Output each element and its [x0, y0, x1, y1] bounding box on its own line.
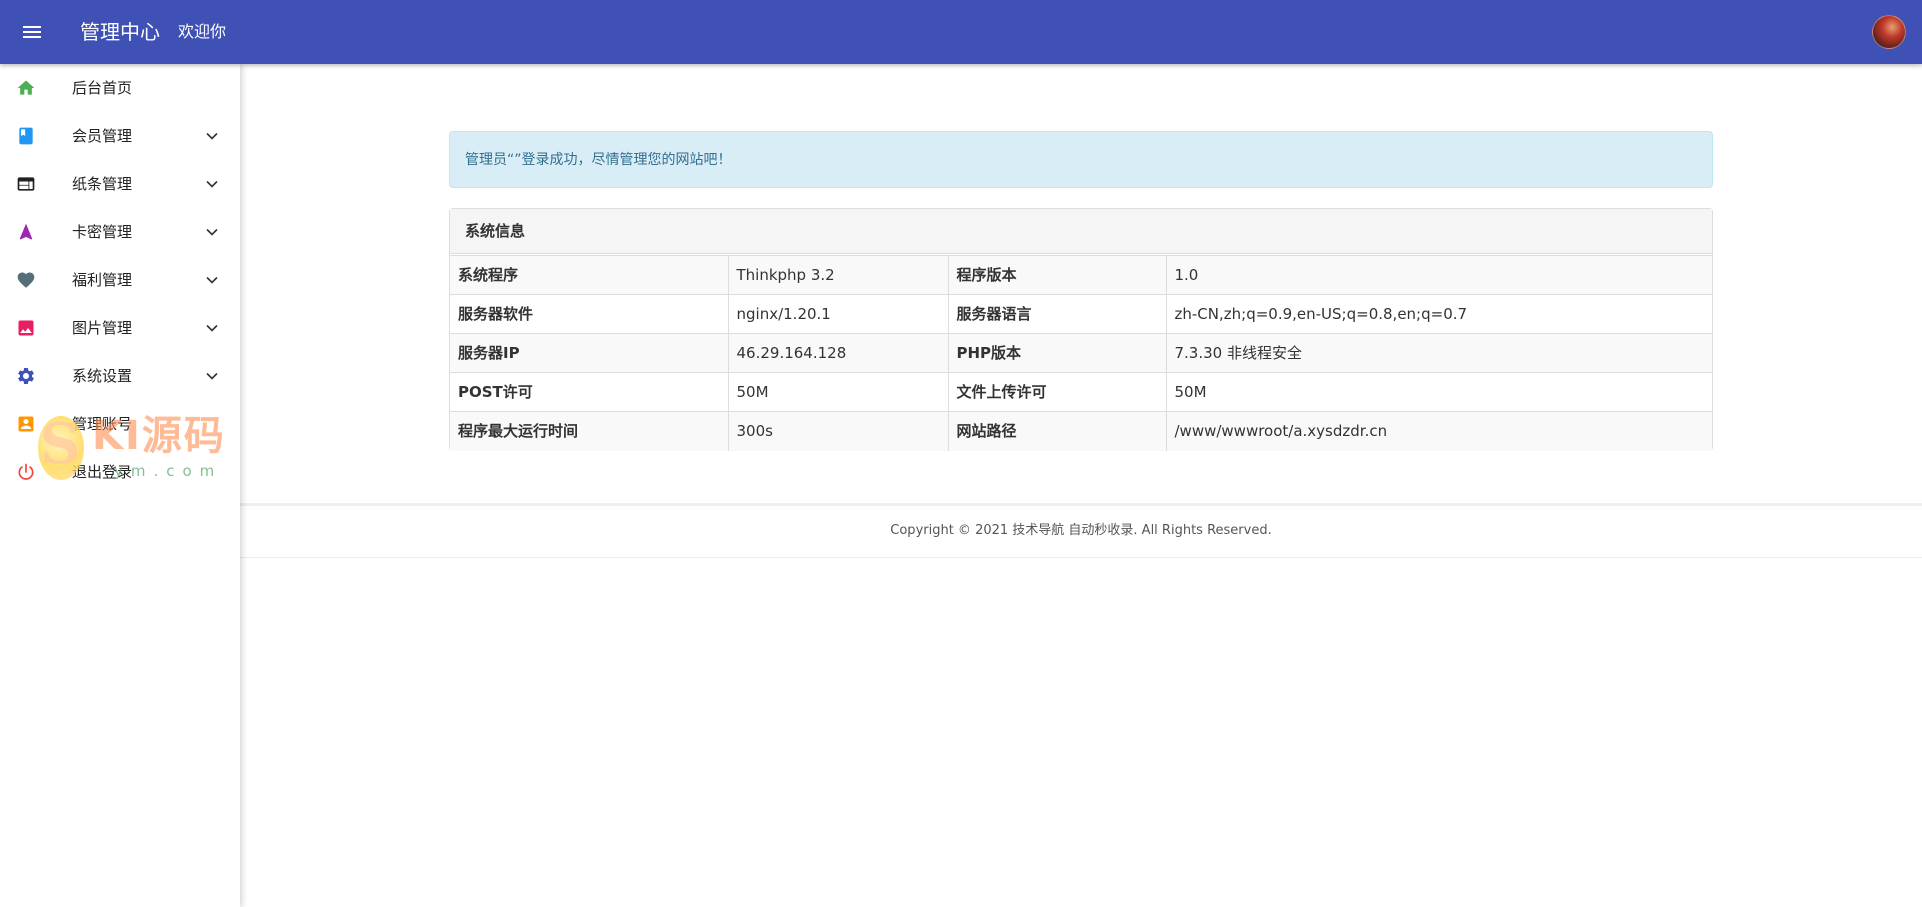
login-success-alert: 管理员“”登录成功，尽情管理您的网站吧！ — [449, 131, 1713, 188]
menu-icon[interactable] — [20, 20, 44, 44]
info-key: PHP版本 — [947, 333, 1167, 373]
image-icon — [18, 320, 34, 336]
info-value: 1.0 — [1165, 255, 1712, 295]
power-icon — [18, 463, 34, 480]
info-value: Thinkphp 3.2 — [727, 255, 949, 295]
panel-heading: 系统信息 — [450, 209, 1712, 254]
sidebar-item-admin-account[interactable]: 管理账号 — [0, 400, 240, 448]
sidebar-item-label: 纸条管理 — [72, 175, 133, 193]
account-box-icon — [18, 416, 34, 432]
info-key: 程序最大运行时间 — [450, 411, 729, 451]
chevron-down-icon — [206, 276, 218, 284]
info-key: POST许可 — [450, 372, 729, 412]
alert-text: 管理员“”登录成功，尽情管理您的网站吧！ — [465, 152, 732, 168]
info-key: 程序版本 — [947, 255, 1167, 295]
chevron-down-icon — [206, 132, 218, 140]
sidebar-item-label: 管理账号 — [72, 415, 133, 433]
info-value: 300s — [727, 411, 949, 451]
book-icon — [19, 127, 33, 145]
table-row: 服务器软件 nginx/1.20.1 服务器语言 zh-CN,zh;q=0.9,… — [450, 294, 1712, 334]
sidebar-item-logout[interactable]: 退出登录 — [0, 448, 240, 496]
panel-title: 系统信息 — [465, 222, 526, 240]
sidebar-item-label: 卡密管理 — [72, 223, 133, 241]
chevron-down-icon — [206, 372, 218, 380]
sidebar-item-label: 后台首页 — [72, 79, 133, 97]
info-value: 7.3.30 非线程安全 — [1165, 333, 1712, 373]
table-row: POST许可 50M 文件上传许可 50M — [450, 372, 1712, 412]
info-key: 服务器IP — [450, 333, 729, 373]
info-key: 系统程序 — [450, 255, 729, 295]
sidebar-item-cards[interactable]: 卡密管理 — [0, 208, 240, 256]
sidebar-item-images[interactable]: 图片管理 — [0, 304, 240, 352]
sidebar-item-benefits[interactable]: 福利管理 — [0, 256, 240, 304]
gear-icon — [18, 367, 34, 384]
sidebar: 后台首页 会员管理 纸条管理 卡密管理 福利管理 图片管理 系统设置 管理账号 … — [0, 64, 240, 907]
chevron-down-icon — [206, 324, 218, 332]
sidebar-item-label: 退出登录 — [72, 463, 133, 481]
table-row: 服务器IP 46.29.164.128 PHP版本 7.3.30 非线程安全 — [450, 333, 1712, 373]
app-title: 管理中心 — [80, 20, 160, 44]
info-key: 网站路径 — [947, 411, 1167, 451]
info-key: 服务器语言 — [947, 294, 1167, 334]
navigation-icon — [19, 223, 33, 240]
sidebar-item-notes[interactable]: 纸条管理 — [0, 160, 240, 208]
copyright-text: Copyright © 2021 技术导航 自动秒收录. All Rights … — [890, 523, 1272, 538]
table-row: 程序最大运行时间 300s 网站路径 /www/wwwroot/a.xysdzd… — [450, 411, 1712, 451]
sidebar-item-members[interactable]: 会员管理 — [0, 112, 240, 160]
table-row: 系统程序 Thinkphp 3.2 程序版本 1.0 — [450, 255, 1712, 295]
info-value: nginx/1.20.1 — [727, 294, 949, 334]
chevron-down-icon — [206, 228, 218, 236]
sidebar-item-label: 会员管理 — [72, 127, 133, 145]
info-value: 50M — [727, 372, 949, 412]
footer: Copyright © 2021 技术导航 自动秒收录. All Rights … — [240, 503, 1922, 558]
avatar[interactable] — [1872, 15, 1906, 49]
info-value: 46.29.164.128 — [727, 333, 949, 373]
system-info-panel: 系统信息 系统程序 Thinkphp 3.2 程序版本 1.0 服务器软件 ng… — [449, 208, 1713, 451]
chevron-down-icon — [206, 180, 218, 188]
info-value: 50M — [1165, 372, 1712, 412]
sidebar-item-label: 福利管理 — [72, 271, 133, 289]
info-value: /www/wwwroot/a.xysdzdr.cn — [1165, 411, 1712, 451]
info-key: 服务器软件 — [450, 294, 729, 334]
home-icon — [17, 80, 35, 95]
info-key: 文件上传许可 — [947, 372, 1167, 412]
sidebar-item-label: 图片管理 — [72, 319, 133, 337]
heart-icon — [17, 272, 35, 288]
sidebar-item-settings[interactable]: 系统设置 — [0, 352, 240, 400]
system-info-table: 系统程序 Thinkphp 3.2 程序版本 1.0 服务器软件 nginx/1… — [450, 255, 1712, 451]
top-app-bar: 管理中心 欢迎你 — [0, 0, 1922, 64]
sidebar-item-dashboard[interactable]: 后台首页 — [0, 64, 240, 112]
sidebar-item-label: 系统设置 — [72, 367, 133, 385]
info-value: zh-CN,zh;q=0.9,en-US;q=0.8,en;q=0.7 — [1165, 294, 1712, 334]
welcome-text: 欢迎你 — [178, 22, 227, 41]
web-icon — [17, 177, 35, 191]
